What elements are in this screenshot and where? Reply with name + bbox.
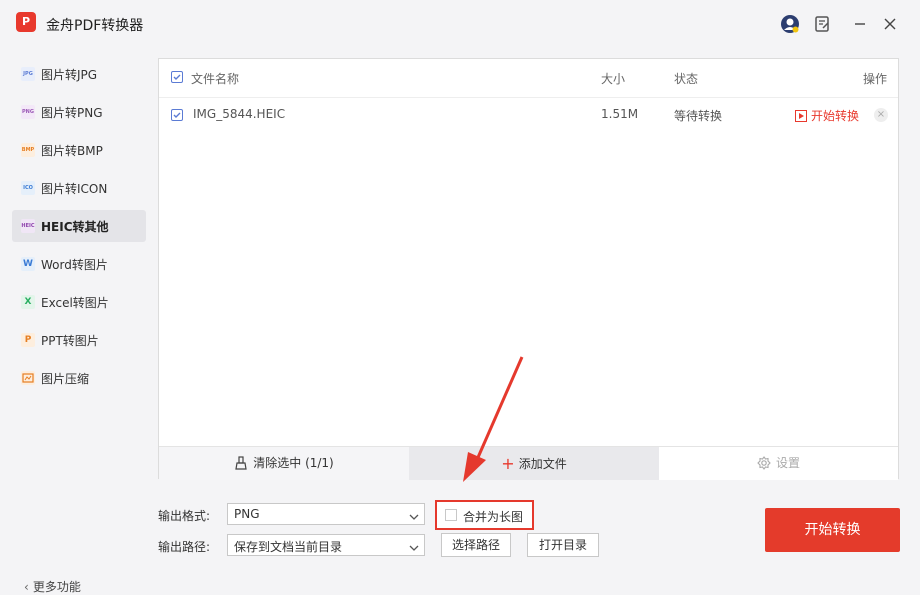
settings-label: 设置: [775, 456, 800, 470]
add-file-button[interactable]: + 添加文件: [409, 447, 659, 480]
output-format-select[interactable]: PNG: [227, 503, 425, 525]
merge-checkbox[interactable]: [445, 509, 457, 521]
sidebar-item-label: PPT转图片: [41, 334, 99, 348]
excel-icon: X: [21, 295, 35, 309]
select-all-checkbox[interactable]: [171, 71, 183, 83]
sidebar-item-label: Excel转图片: [41, 296, 109, 310]
output-format-value: PNG: [234, 507, 260, 521]
table-header: 文件名称 大小 状态 操作: [159, 59, 898, 98]
file-name: IMG_5844.HEIC: [193, 107, 286, 121]
ppt-icon: P: [21, 333, 35, 347]
remove-file-icon[interactable]: ×: [874, 108, 888, 122]
output-path-select[interactable]: 保存到文档当前目录: [227, 534, 425, 556]
sidebar-item-excel[interactable]: X Excel转图片: [12, 286, 146, 318]
sidebar: JPG 图片转JPG PNG 图片转PNG BMP 图片转BMP ICO 图片转…: [0, 48, 158, 594]
sidebar-item-ppt[interactable]: P PPT转图片: [12, 324, 146, 356]
sidebar-item-label: 图片压缩: [41, 372, 90, 386]
more-features-label: 更多功能: [32, 580, 81, 594]
icon-file-icon: ICO: [21, 181, 35, 195]
plus-icon: +: [501, 454, 515, 473]
feedback-icon[interactable]: [812, 14, 832, 34]
settings-button[interactable]: 设置: [659, 447, 898, 480]
word-icon: W: [21, 257, 35, 271]
file-status: 等待转换: [674, 109, 723, 123]
header-action: 操作: [863, 72, 888, 86]
sidebar-item-heic[interactable]: HEIC HEIC转其他: [12, 210, 146, 242]
sidebar-item-label: Word转图片: [41, 258, 108, 272]
play-icon: [795, 110, 807, 122]
row-checkbox[interactable]: [171, 109, 183, 121]
merge-long-image-option[interactable]: 合并为长图: [435, 500, 534, 530]
clear-label: 清除选中 (1/1): [253, 456, 334, 470]
add-file-label: 添加文件: [518, 457, 567, 471]
table-row: IMG_5844.HEIC 1.51M 等待转换: [159, 97, 898, 133]
choose-path-button[interactable]: 选择路径: [441, 533, 511, 557]
png-icon: PNG: [21, 105, 35, 119]
title-bar: P 金舟PDF转换器: [0, 0, 920, 48]
sidebar-item-jpg[interactable]: JPG 图片转JPG: [12, 58, 146, 90]
bmp-icon: BMP: [21, 143, 35, 157]
sidebar-item-label: 图片转ICON: [41, 182, 108, 196]
sidebar-item-label: HEIC转其他: [41, 220, 109, 234]
compress-icon: [21, 371, 35, 385]
chevron-down-icon: [409, 510, 419, 524]
file-size: 1.51M: [601, 107, 639, 121]
broom-icon: [234, 450, 248, 483]
sidebar-item-label: 图片转JPG: [41, 68, 98, 82]
user-avatar-icon[interactable]: [780, 14, 800, 34]
output-path-value: 保存到文档当前目录: [234, 540, 343, 554]
more-features-link[interactable]: ‹ 更多功能: [24, 578, 81, 595]
header-size: 大小: [601, 72, 626, 86]
close-icon[interactable]: [880, 14, 900, 34]
gear-icon: [757, 450, 771, 483]
clear-selected-button[interactable]: 清除选中 (1/1): [159, 447, 409, 480]
sidebar-item-compress[interactable]: 图片压缩: [12, 362, 146, 394]
output-path-label: 输出路径:: [158, 540, 211, 554]
start-convert-button[interactable]: 开始转换: [765, 508, 900, 552]
app-title: 金舟PDF转换器: [46, 18, 144, 34]
sidebar-item-label: 图片转BMP: [41, 144, 103, 158]
chevron-down-icon: [409, 541, 419, 555]
sidebar-item-icon[interactable]: ICO 图片转ICON: [12, 172, 146, 204]
merge-label: 合并为长图: [463, 510, 524, 524]
chevron-left-icon: ‹: [24, 580, 29, 594]
output-format-label: 输出格式:: [158, 509, 211, 523]
sidebar-item-word[interactable]: W Word转图片: [12, 248, 146, 280]
heic-icon: HEIC: [21, 219, 35, 233]
file-toolbar: 清除选中 (1/1) + 添加文件 设置: [159, 446, 898, 480]
row-action-label: 开始转换: [811, 109, 860, 123]
sidebar-item-label: 图片转PNG: [41, 106, 103, 120]
header-file-name: 文件名称: [191, 72, 240, 86]
app-logo-icon: P: [16, 12, 36, 32]
minimize-icon[interactable]: [850, 14, 870, 34]
header-status: 状态: [674, 72, 699, 86]
open-directory-button[interactable]: 打开目录: [527, 533, 599, 557]
row-start-convert-button[interactable]: 开始转换: [795, 107, 859, 124]
sidebar-item-bmp[interactable]: BMP 图片转BMP: [12, 134, 146, 166]
file-list-panel: 文件名称 大小 状态 操作 IMG_5844.HEIC 1.51M 等待转换 开…: [158, 58, 899, 480]
sidebar-item-png[interactable]: PNG 图片转PNG: [12, 96, 146, 128]
jpg-icon: JPG: [21, 67, 35, 81]
